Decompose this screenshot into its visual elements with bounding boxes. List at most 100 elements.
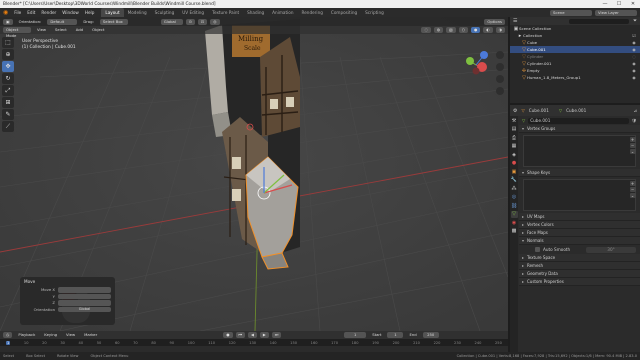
scene-tab-icon[interactable]: ◈	[511, 152, 518, 159]
record-button[interactable]: ●	[223, 332, 233, 338]
transform-tool-icon[interactable]: ⊞	[2, 97, 14, 108]
object-menu[interactable]: Object	[89, 27, 107, 33]
drag-dropdown[interactable]: Select Box	[99, 18, 128, 25]
outliner-item[interactable]: ▽ Human_1.8_Meters_Group1 ◉	[510, 74, 640, 81]
mesh-data-name[interactable]: Cube.001	[528, 117, 629, 124]
tab-sculpting[interactable]: Sculpting	[151, 8, 179, 17]
panel-uv-maps[interactable]: ▸ UV Maps	[519, 213, 640, 221]
render-tab-icon[interactable]: ▤	[511, 126, 518, 133]
material-tab-icon[interactable]: ◉	[511, 220, 518, 227]
outliner-search-field[interactable]	[568, 18, 629, 24]
blender-logo-icon[interactable]: ◉	[0, 9, 11, 16]
menu-window[interactable]: Window	[59, 10, 82, 15]
group-menu-button[interactable]: ⌄	[629, 149, 636, 154]
output-tab-icon[interactable]: ⎙	[511, 135, 518, 142]
auto-smooth-checkbox[interactable]	[535, 247, 540, 252]
menu-render[interactable]: Render	[38, 10, 59, 15]
tab-shading[interactable]: Shading	[243, 8, 268, 17]
minimize-button[interactable]: —	[598, 1, 612, 7]
outliner-item[interactable]: ▽ Cylinder ◌	[510, 53, 640, 60]
operator-field-value[interactable]	[58, 287, 111, 293]
texture-tab-icon[interactable]: ▩	[511, 228, 518, 235]
close-button[interactable]: ✕	[626, 1, 640, 7]
panel-face-maps[interactable]: ▸ Face Maps	[519, 229, 640, 237]
pin-icon[interactable]: ⊿	[633, 108, 640, 113]
play-reverse-button[interactable]: ◀	[247, 332, 257, 338]
operator-field-value[interactable]	[58, 300, 111, 306]
solid-shading-icon[interactable]: ●	[471, 27, 481, 33]
properties-editor-icon[interactable]: ⚙	[513, 108, 517, 114]
remove-group-button[interactable]: −	[629, 143, 636, 148]
shape-key-menu-button[interactable]: ⌄	[629, 193, 636, 198]
outliner-scene-collection[interactable]: ▣ Scene Collection	[510, 25, 640, 32]
eye-icon[interactable]: ◉	[631, 68, 637, 73]
annotate-tool-icon[interactable]: ✎	[2, 109, 14, 120]
xray-icon[interactable]: ▧	[446, 27, 456, 33]
rotate-tool-icon[interactable]: ↻	[2, 73, 14, 84]
jump-start-button[interactable]: ⏮	[235, 332, 245, 338]
snap-icon[interactable]: ⊡	[198, 18, 208, 25]
constraints-tab-icon[interactable]: ⛓	[511, 203, 518, 210]
eye-icon[interactable]: ◉	[631, 75, 637, 80]
panel-custom-properties[interactable]: ▸ Custom Properties	[519, 278, 640, 286]
remove-shape-key-button[interactable]: −	[629, 187, 636, 192]
mode-dropdown[interactable]: Object Mode	[3, 27, 31, 38]
pivot-icon[interactable]: ⊙	[185, 18, 196, 25]
operator-field[interactable]: Move X	[24, 287, 111, 293]
auto-smooth-angle-field[interactable]: 30°	[586, 246, 636, 253]
cursor-tool-icon[interactable]: ⊕	[2, 49, 14, 60]
play-button[interactable]: ▶	[259, 332, 269, 338]
panel-vertex-groups[interactable]: ▾ Vertex Groups	[519, 125, 640, 133]
orientation-field-value[interactable]: Global	[58, 306, 111, 312]
add-group-button[interactable]: +	[629, 137, 636, 142]
vertex-groups-list[interactable]: + − ⌄	[523, 135, 636, 167]
visibility-icon[interactable]: ◌	[421, 27, 431, 33]
proportional-edit-icon[interactable]: ◎	[210, 18, 220, 25]
panel-texture-space[interactable]: ▸ Texture Space	[519, 254, 640, 262]
tool-tab-icon[interactable]: ⚒	[511, 118, 518, 125]
wireframe-shading-icon[interactable]: ○	[458, 27, 469, 33]
view-menu[interactable]: View	[34, 27, 49, 33]
timeline-ruler[interactable]: 1 10 20 30 40 50 60 70 80 90 100 110 120…	[0, 339, 508, 346]
current-frame-field[interactable]: 1	[344, 332, 367, 338]
tab-layout[interactable]: Layout	[101, 8, 124, 17]
mesh-data-selector[interactable]: ▽ Cube.001 🛡	[519, 116, 640, 125]
tab-scripting[interactable]: Scripting	[361, 8, 388, 17]
scale-tool-icon[interactable]: ⤢	[2, 85, 14, 96]
view-layer-tab-icon[interactable]: ▦	[511, 143, 518, 150]
end-frame-field[interactable]: 250	[422, 332, 439, 338]
transform-orientation-dropdown[interactable]: Global	[160, 18, 183, 25]
playback-menu[interactable]: Playback	[15, 332, 38, 338]
editor-type-icon[interactable]: ▣	[3, 18, 13, 25]
object-tab-icon[interactable]: ▣	[511, 169, 518, 176]
tab-modeling[interactable]: Modeling	[124, 8, 151, 17]
start-frame-field[interactable]: 1	[387, 332, 404, 338]
operator-field[interactable]: Orientation Global	[24, 306, 111, 312]
menu-edit[interactable]: Edit	[24, 10, 38, 15]
select-tool-icon[interactable]: ⬚	[2, 37, 14, 48]
tab-rendering[interactable]: Rendering	[298, 8, 327, 17]
particles-tab-icon[interactable]: ⁂	[511, 186, 518, 193]
marker-menu[interactable]: Marker	[81, 332, 100, 338]
tab-uv-editing[interactable]: UV Editing	[178, 8, 208, 17]
panel-remesh[interactable]: ▸ Remesh	[519, 262, 640, 270]
panel-shape-keys[interactable]: ▾ Shape Keys	[519, 169, 640, 177]
maximize-button[interactable]: ☐	[612, 1, 626, 7]
fake-user-icon[interactable]: 🛡	[632, 118, 637, 124]
eye-icon[interactable]: ◉	[631, 61, 637, 66]
move-tool-icon[interactable]: ✥	[2, 61, 14, 72]
scene-selector[interactable]: Scene	[550, 9, 592, 16]
panel-vertex-colors[interactable]: ▸ Vertex Colors	[519, 221, 640, 229]
last-operator-panel[interactable]: Move Move X Y Z Orientation Global	[20, 277, 115, 325]
eye-closed-icon[interactable]: ◌	[631, 54, 637, 59]
filter-icon[interactable]: ⏷	[633, 18, 637, 24]
add-shape-key-button[interactable]: +	[629, 181, 636, 186]
tab-compositing[interactable]: Compositing	[327, 8, 361, 17]
add-menu[interactable]: Add	[73, 27, 86, 33]
world-tab-icon[interactable]: ●	[511, 160, 518, 167]
operator-field[interactable]: Y	[24, 293, 111, 299]
jump-end-button[interactable]: ⏭	[271, 332, 282, 338]
orientation-dropdown[interactable]: Default	[47, 18, 78, 25]
eye-icon[interactable]: ◉	[631, 40, 637, 45]
operator-field[interactable]: Z	[24, 300, 111, 306]
